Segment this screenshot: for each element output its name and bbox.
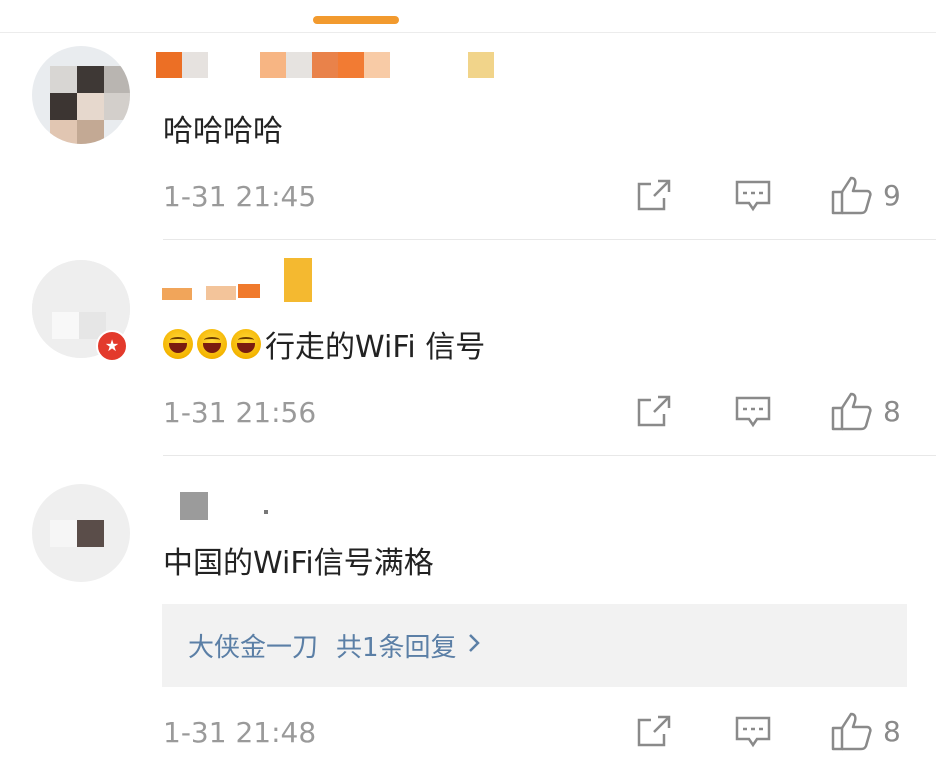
- comment-text: 行走的WiFi 信号: [163, 324, 485, 365]
- star-badge-icon: ★: [96, 330, 128, 362]
- timestamp: 1-31 21:45: [163, 180, 317, 213]
- avatar[interactable]: [32, 46, 130, 144]
- laughing-emoji-icon: [197, 329, 227, 359]
- like-button[interactable]: 8: [831, 391, 901, 431]
- reply-count[interactable]: 共1条回复: [336, 627, 457, 664]
- comment-item: 哈哈哈哈 1-31 21:45 9: [0, 32, 936, 240]
- share-icon: [637, 395, 671, 427]
- thumbs-up-icon: [831, 392, 872, 431]
- comment-icon: [735, 716, 771, 748]
- thumbs-up-icon: [831, 712, 872, 751]
- comment-button[interactable]: [735, 395, 771, 429]
- username[interactable]: [162, 258, 322, 304]
- reply-username[interactable]: 大侠金一刀: [188, 627, 318, 664]
- comment-button[interactable]: [735, 179, 771, 213]
- thumbs-up-icon: [831, 176, 872, 215]
- comment-item: 中国的WiFi信号满格 大侠金一刀 共1条回复 1-31 21:48 8: [0, 456, 936, 780]
- comment-text: 哈哈哈哈: [163, 114, 283, 149]
- comment-text: 中国的WiFi信号满格: [163, 546, 434, 581]
- like-count: 9: [883, 178, 901, 212]
- like-count: 8: [883, 714, 901, 748]
- timestamp: 1-31 21:48: [163, 716, 317, 749]
- like-button[interactable]: 8: [831, 711, 901, 751]
- like-button[interactable]: 9: [831, 175, 901, 215]
- like-count: 8: [883, 394, 901, 428]
- comment-icon: [735, 396, 771, 428]
- username[interactable]: [156, 52, 506, 80]
- comment-item: ★ 行走的WiFi 信号 1-31 21:56 8: [0, 240, 936, 456]
- reply-preview[interactable]: 大侠金一刀 共1条回复: [162, 604, 907, 687]
- laughing-emoji-icon: [163, 329, 193, 359]
- share-button[interactable]: [636, 394, 672, 428]
- avatar[interactable]: [32, 484, 130, 582]
- chevron-right-icon: [467, 631, 481, 661]
- share-button[interactable]: [636, 178, 672, 212]
- share-icon: [637, 715, 671, 747]
- share-icon: [637, 179, 671, 211]
- scroll-indicator: [313, 16, 399, 24]
- laughing-emoji-icon: [231, 329, 261, 359]
- share-button[interactable]: [636, 714, 672, 748]
- timestamp: 1-31 21:56: [163, 396, 317, 429]
- top-bar: [0, 0, 936, 33]
- comment-button[interactable]: [735, 715, 771, 749]
- comment-icon: [735, 180, 771, 212]
- username[interactable]: [180, 492, 280, 520]
